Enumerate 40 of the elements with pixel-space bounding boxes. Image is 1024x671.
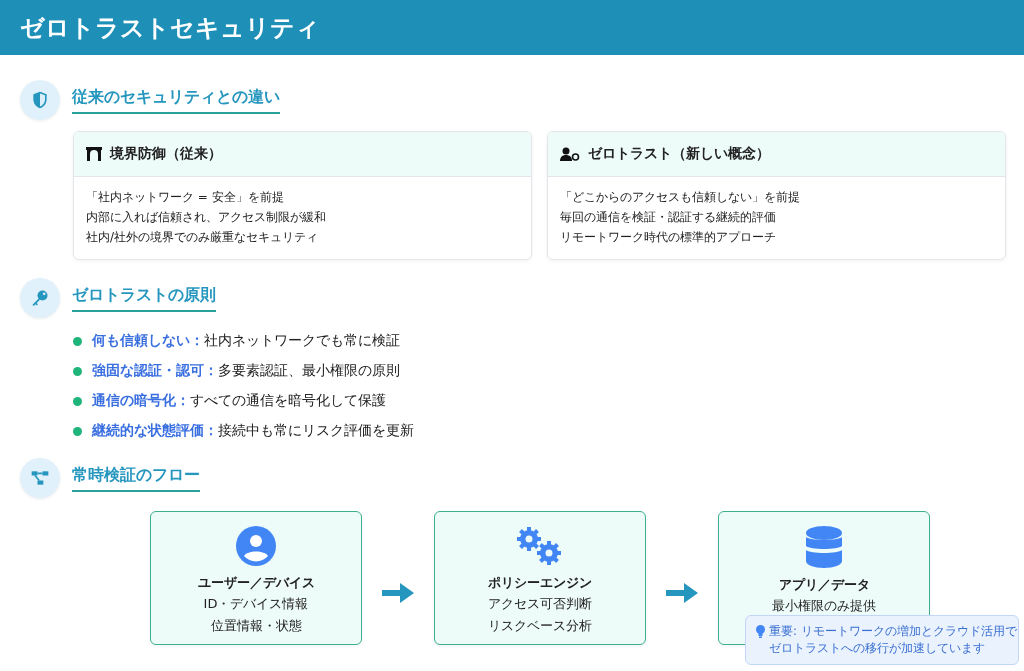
shield-icon [20,80,60,120]
user-icon [236,526,276,566]
bullet-dot [73,366,82,376]
step-title: アプリ／データ [778,576,870,594]
principle-text: 継続的な状態評価：接続中も常にリスク評価を更新 [92,422,414,440]
step-text: 最小権限のみ提供 [772,597,876,615]
section-heading: 従来のセキュリティとの違い [72,86,280,114]
section-heading: 常時検証のフロー [72,464,200,492]
bullet-dot [73,396,82,406]
step-text: アクセス可否判断 [488,595,592,613]
key-icon [20,278,60,318]
card-text: 内部に入れば信頼され、アクセス制限が緩和 [86,209,327,226]
card-title: 境界防御（従来） [110,145,222,163]
section-heading: ゼロトラストの原則 [72,284,216,312]
principle-text: 何も信頼しない：社内ネットワークでも常に検証 [92,332,400,350]
step-title: ポリシーエンジン [488,574,592,592]
principle-text: 強固な認証・認可：多要素認証、最小権限の原則 [92,362,400,380]
page-title: ゼロトラストセキュリティ [20,12,320,44]
note-text: ゼロトラストへの移行が加速しています [769,640,986,657]
arrow-icon [382,583,414,603]
step-text: ID・デバイス情報 [203,595,309,613]
step-text: リスクベース分析 [488,617,592,635]
database-icon [806,526,842,568]
card-text: 社内/社外の境界でのみ厳重なセキュリティ [86,229,320,246]
flowchart-icon [20,458,60,498]
bullet-dot [73,426,82,436]
card-text: 毎回の通信を検証・認証する継続的評価 [560,209,777,226]
principle-text: 通信の暗号化：すべての通信を暗号化して保護 [92,392,386,410]
note-text: 重要: リモートワークの増加とクラウド活用で [769,623,1017,640]
user-lock-icon [560,147,580,161]
lightbulb-icon [756,625,765,638]
arrow-icon [666,583,698,603]
gate-icon [86,147,102,161]
bullet-dot [73,336,82,346]
card-title: ゼロトラスト（新しい概念） [588,145,770,163]
step-title: ユーザー／デバイス [197,574,315,592]
step-text: 位置情報・状態 [210,617,302,635]
card-text: リモートワーク時代の標準的アプローチ [560,229,777,246]
card-text: 「どこからのアクセスも信頼しない」を前提 [560,189,801,206]
card-text: 「社内ネットワーク = 安全」を前提 [86,189,285,206]
